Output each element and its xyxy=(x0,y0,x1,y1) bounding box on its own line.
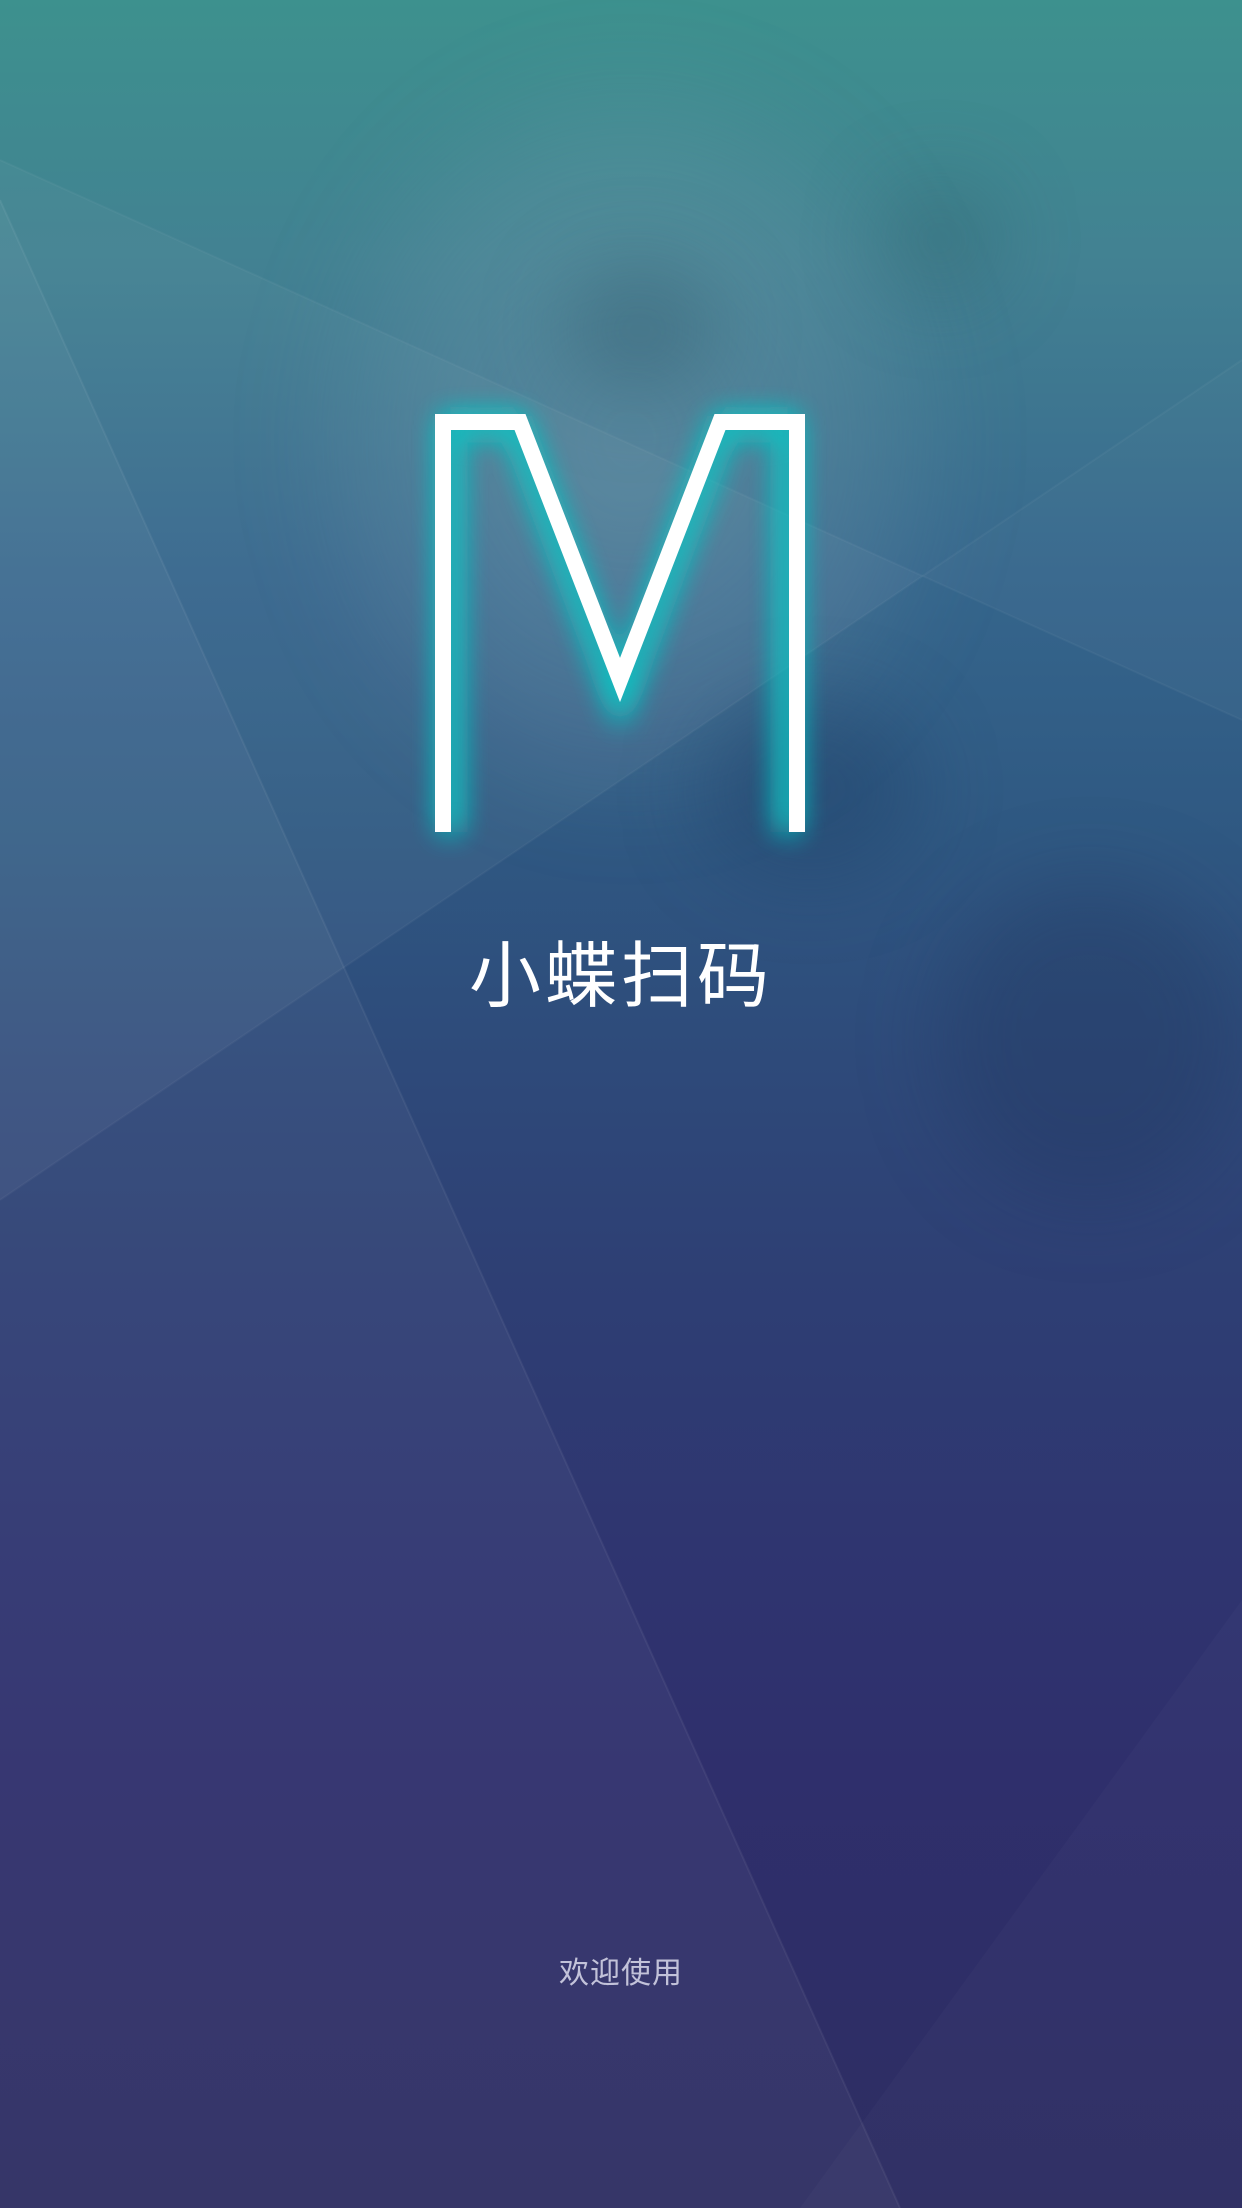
welcome-text: 欢迎使用 xyxy=(559,1956,683,1991)
background-facets xyxy=(0,159,1242,2208)
splash-screen: 小蝶扫码 欢迎使用 xyxy=(0,0,1242,2208)
app-name-title: 小蝶扫码 xyxy=(468,934,773,1018)
app-logo xyxy=(380,380,860,870)
logo-m-icon xyxy=(435,414,805,832)
